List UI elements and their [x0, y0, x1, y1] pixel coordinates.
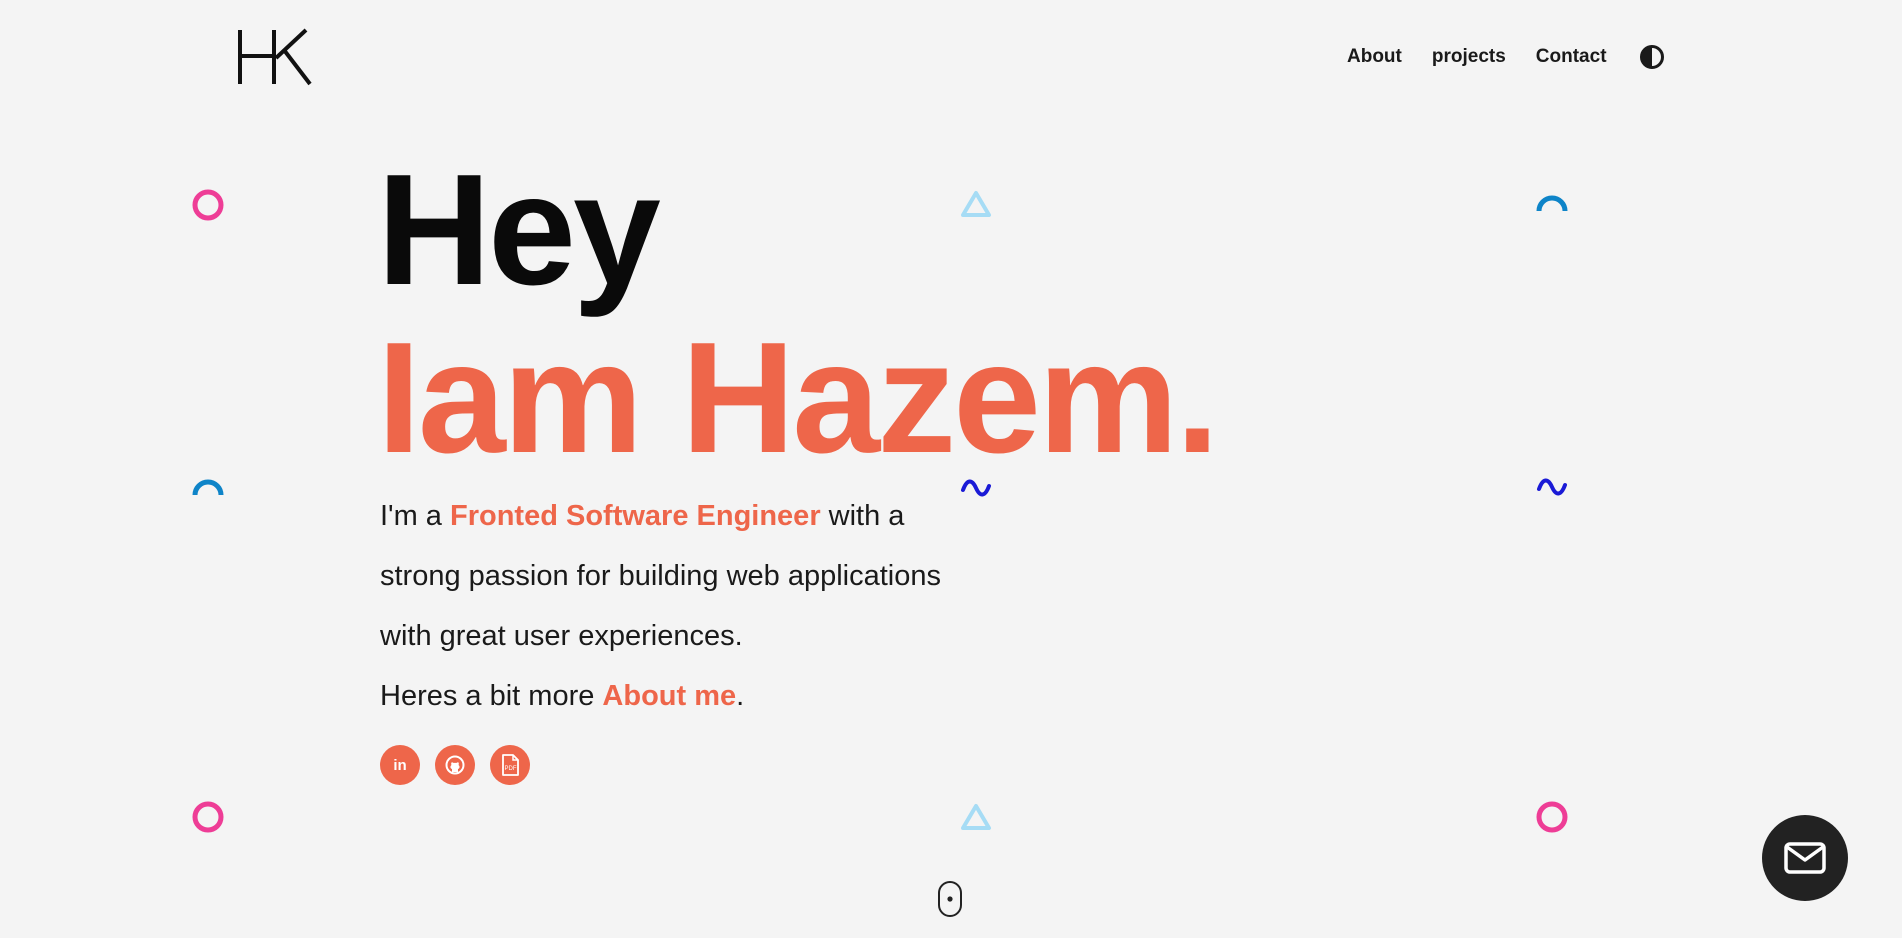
triangle-icon — [961, 191, 991, 217]
more-suffix: . — [736, 680, 745, 712]
nav-contact[interactable]: Contact — [1536, 46, 1607, 68]
intro-prefix: I'm a — [380, 500, 450, 532]
pink-ring-icon — [192, 189, 224, 221]
mail-icon — [1784, 842, 1826, 874]
linkedin-icon: in — [393, 756, 407, 774]
more-prefix: Heres a bit more — [380, 680, 603, 712]
intro-role: Fronted Software Engineer — [450, 500, 821, 532]
pink-ring-icon — [1536, 801, 1568, 833]
pdf-label: PDF — [505, 766, 517, 772]
arc-icon — [192, 479, 224, 496]
logo[interactable] — [236, 28, 312, 86]
page: About projects Contact Hey Iam Hazem. I'… — [0, 0, 1902, 938]
arc-icon — [1536, 195, 1568, 212]
hero-name: Iam Hazem. — [377, 310, 1219, 486]
triangle-icon — [961, 804, 991, 830]
contact-mail-button[interactable] — [1762, 815, 1848, 901]
theme-toggle-icon[interactable] — [1639, 44, 1665, 70]
pdf-file-icon: PDF — [502, 754, 519, 776]
nav-projects[interactable]: projects — [1432, 46, 1506, 68]
about-me-link[interactable]: About me — [602, 680, 736, 712]
linkedin-button[interactable]: in — [380, 745, 420, 785]
nav-about[interactable]: About — [1347, 46, 1402, 68]
main-nav: About projects Contact — [1347, 44, 1665, 70]
pink-ring-icon — [192, 801, 224, 833]
hero-intro: I'm a Fronted Software Engineer with a s… — [380, 486, 960, 726]
social-links: in PDF — [380, 745, 530, 785]
github-button[interactable] — [435, 745, 475, 785]
scroll-down-icon[interactable] — [937, 880, 963, 918]
resume-button[interactable]: PDF — [490, 745, 530, 785]
squiggle-icon — [1537, 478, 1567, 496]
github-icon — [445, 755, 465, 775]
hero-greeting: Hey — [377, 142, 661, 318]
